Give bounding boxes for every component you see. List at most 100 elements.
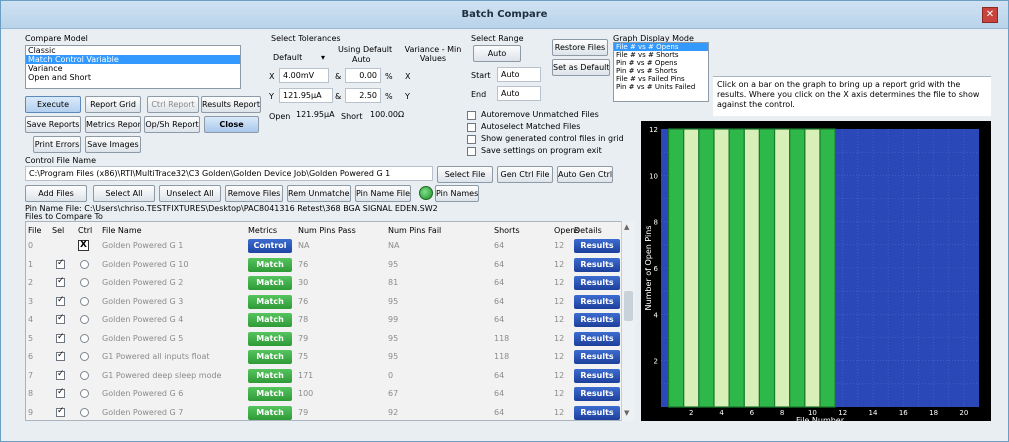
row-select-checkbox[interactable] xyxy=(56,313,65,324)
metrics-button[interactable]: Control xyxy=(248,239,292,253)
table-row[interactable]: 4 Golden Powered G 4 Match 78 99 64 12 Results xyxy=(26,310,634,330)
save-images-button[interactable]: Save Images xyxy=(85,136,141,153)
row-ctrl-radio[interactable] xyxy=(80,333,89,343)
open-pins-chart[interactable]: 2 4 6 8 10 12 14 16 18 20 2 4 6 8 10 12 File Number Numbe… xyxy=(641,121,991,425)
op-sh-report-button[interactable]: Op/Sh Report xyxy=(144,116,200,133)
row-select-checkbox[interactable] xyxy=(56,276,65,287)
bar-file-11[interactable] xyxy=(819,128,836,408)
metrics-button[interactable]: Match xyxy=(248,313,292,327)
short-tolerance-input[interactable]: 100.00Ω xyxy=(367,108,411,123)
table-row[interactable]: 5 Golden Powered G 5 Match 79 95 118 12 Results xyxy=(26,329,634,349)
restore-files-button[interactable]: Restore Files xyxy=(552,39,608,56)
row-ctrl-radio[interactable] xyxy=(80,389,89,398)
metrics-button[interactable]: Match xyxy=(248,257,292,272)
compare-model-option[interactable]: Open and Short xyxy=(26,73,240,82)
graph-mode-list[interactable]: File # vs # Opens File # vs # Shorts Pin #… xyxy=(613,42,709,102)
results-button[interactable]: Results xyxy=(574,331,620,346)
select-file-button[interactable]: Select File xyxy=(437,166,493,183)
add-files-button[interactable]: Add Files xyxy=(25,185,87,202)
bar-file-1[interactable] xyxy=(667,128,685,408)
scroll-up-icon[interactable]: ▲ xyxy=(624,223,629,231)
open-tolerance-input[interactable]: 121.95µA xyxy=(293,108,335,123)
x-percent-input[interactable]: 0.00 xyxy=(345,68,381,83)
pin-names-button[interactable]: Pin Names xyxy=(435,185,479,202)
results-button[interactable]: Results xyxy=(574,350,620,364)
scroll-thumb[interactable] xyxy=(624,291,633,321)
bar-file-10[interactable] xyxy=(804,128,821,408)
select-all-button[interactable]: Select All xyxy=(93,185,155,202)
execute-button[interactable]: Execute xyxy=(25,96,81,113)
row-ctrl-radio[interactable] xyxy=(80,407,89,417)
results-button[interactable]: Results xyxy=(574,313,620,327)
auto-gen-ctrl-button[interactable]: Auto Gen Ctrl xyxy=(557,166,613,183)
option-checkbox[interactable] xyxy=(467,135,476,144)
compare-model-option[interactable]: Match Control Variable xyxy=(26,55,240,64)
y-tolerance-input[interactable]: 121.95µA xyxy=(279,88,333,103)
start-input[interactable]: Auto xyxy=(497,67,541,82)
results-button[interactable]: Results xyxy=(574,405,620,420)
metrics-button[interactable]: Match xyxy=(248,294,292,309)
remove-files-button[interactable]: Remove Files xyxy=(225,185,283,202)
range-auto-button[interactable]: Auto xyxy=(473,45,521,62)
bar-file-7[interactable] xyxy=(758,128,776,408)
chart-svg[interactable]: 2 4 6 8 10 12 14 16 18 2024681012File NumberNumbe… xyxy=(641,121,991,425)
results-button[interactable]: Results xyxy=(574,257,620,272)
option-checkbox[interactable] xyxy=(467,123,476,132)
scroll-down-icon[interactable]: ▼ xyxy=(624,409,629,417)
pin-name-file-button[interactable]: Pin Name File xyxy=(355,185,411,202)
row-ctrl-radio[interactable] xyxy=(80,352,89,361)
ctrl-report-button[interactable]: Ctrl Report xyxy=(147,96,199,113)
chevron-down-icon[interactable]: ▾ xyxy=(321,53,325,62)
compare-model-list[interactable]: Classic Match Control Variable Variance Ope… xyxy=(25,45,241,89)
graph-mode-option[interactable]: Pin # vs # Shorts xyxy=(614,67,708,75)
table-row[interactable]: 3 Golden Powered G 3 Match 76 95 64 12 Results xyxy=(26,292,634,312)
table-row[interactable]: 7 G1 Powered deep sleep mode Match 171 0 64 12… xyxy=(26,366,634,386)
set-as-default-button[interactable]: Set as Default xyxy=(552,59,610,76)
row-ctrl-radio[interactable] xyxy=(80,315,89,324)
bar-file-6[interactable] xyxy=(743,128,761,408)
gen-ctrl-file-button[interactable]: Gen Ctrl File xyxy=(497,166,553,183)
bar-file-4[interactable] xyxy=(713,128,730,408)
compare-model-option[interactable]: Variance xyxy=(26,64,240,73)
close-button[interactable]: Close xyxy=(204,116,259,133)
option-checkbox[interactable] xyxy=(467,147,476,156)
metrics-button[interactable]: Match xyxy=(248,276,292,290)
results-report-button[interactable]: Results Report xyxy=(201,96,261,113)
results-button[interactable]: Results xyxy=(574,294,620,309)
table-row[interactable]: 1 Golden Powered G 10 Match 76 95 64 12 Results xyxy=(26,255,634,275)
metrics-button[interactable]: Match xyxy=(248,331,292,346)
compare-model-option[interactable]: Classic xyxy=(26,46,240,55)
control-marker[interactable]: X xyxy=(78,240,89,251)
bar-file-5[interactable] xyxy=(728,128,745,408)
metrics-button[interactable]: Match xyxy=(248,350,292,364)
row-ctrl-radio[interactable] xyxy=(80,370,89,380)
row-select-checkbox[interactable] xyxy=(56,387,65,398)
control-file-input[interactable]: C:\Program Files (x86)\RTI\MultiTrace32\… xyxy=(25,166,433,181)
results-button[interactable]: Results xyxy=(574,276,620,290)
table-row[interactable]: 8 Golden Powered G 6 Match 100 67 64 12 Results xyxy=(26,384,634,404)
graph-mode-option[interactable]: Pin # vs # Units Failed xyxy=(614,83,708,91)
metrics-button[interactable]: Match xyxy=(248,368,292,383)
row-select-checkbox[interactable] xyxy=(56,350,65,361)
table-row[interactable]: 2 Golden Powered G 2 Match 30 81 64 12 Results xyxy=(26,273,634,293)
row-select-checkbox[interactable] xyxy=(56,258,65,269)
bar-file-2[interactable] xyxy=(683,128,700,408)
table-row[interactable]: 9 Golden Powered G 7 Match 79 92 64 12 Results xyxy=(26,403,634,421)
graph-mode-option[interactable]: File # vs Failed Pins xyxy=(614,75,708,83)
grid-scrollbar[interactable]: ▲ ▼ xyxy=(621,221,635,421)
table-row[interactable]: 6 G1 Powered all inputs float Match 75 95 118… xyxy=(26,347,634,367)
option-checkbox[interactable] xyxy=(467,111,476,120)
table-row[interactable]: 0 X Golden Powered G 1 Control NA NA 64 12 Resul… xyxy=(26,236,634,256)
unselect-all-button[interactable]: Unselect All xyxy=(159,185,221,202)
results-button[interactable]: Results xyxy=(574,387,620,401)
y-percent-input[interactable]: 2.50 xyxy=(345,88,381,103)
metrics-report-button[interactable]: Metrics Report xyxy=(85,116,141,133)
bar-file-8[interactable] xyxy=(773,128,791,408)
rem-unmatched-button[interactable]: Rem Unmatched xyxy=(287,185,351,202)
row-select-checkbox[interactable] xyxy=(56,295,65,306)
report-grid-button[interactable]: Report Grid xyxy=(85,96,141,113)
graph-mode-option[interactable]: File # vs # Opens xyxy=(614,43,708,51)
metrics-button[interactable]: Match xyxy=(248,405,292,420)
row-select-checkbox[interactable] xyxy=(56,406,65,417)
graph-mode-option[interactable]: File # vs # Shorts xyxy=(614,51,708,59)
